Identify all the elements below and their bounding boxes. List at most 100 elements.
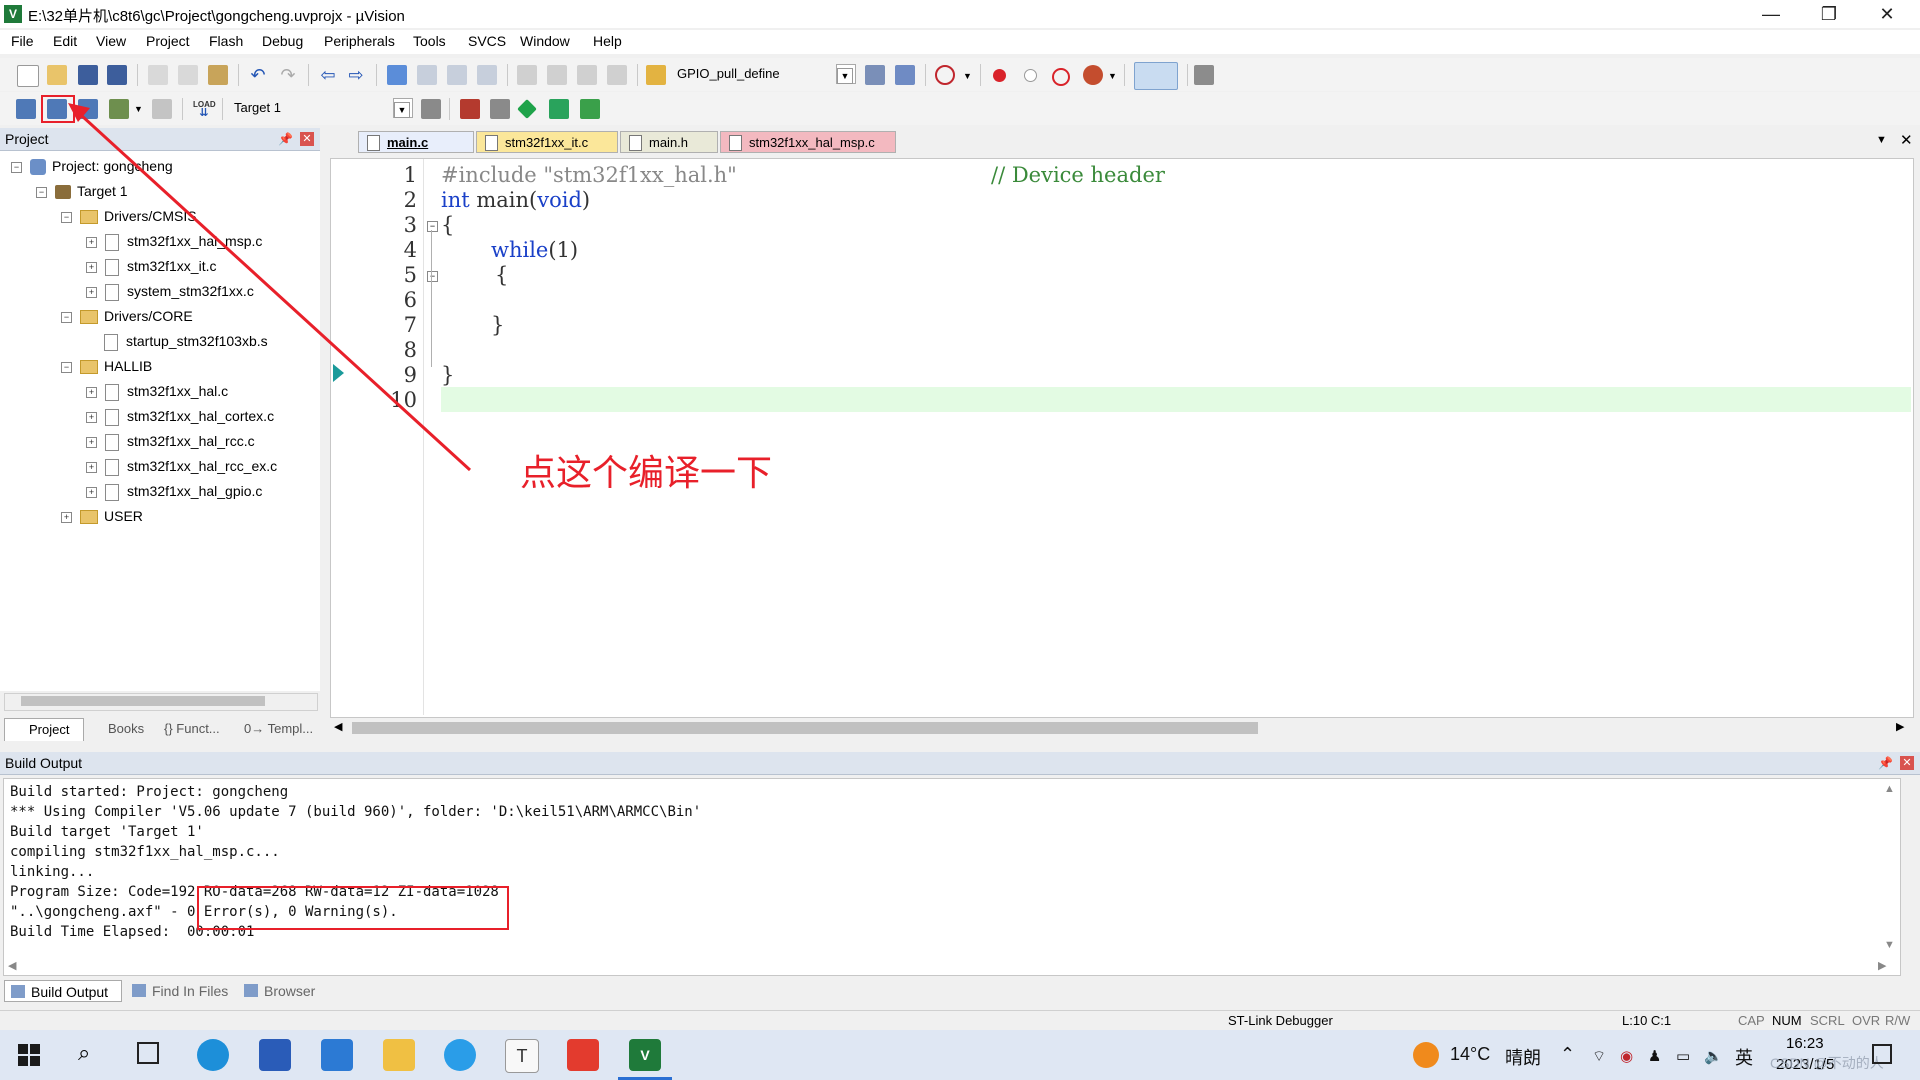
save-all-icon[interactable]: [107, 65, 127, 85]
windows-start-icon[interactable]: [18, 1044, 40, 1066]
fold-toggle-icon[interactable]: −: [427, 271, 438, 282]
uncomment-icon[interactable]: [607, 65, 627, 85]
scroll-up-icon[interactable]: ▲: [1884, 783, 1895, 795]
menu-window[interactable]: Window: [520, 33, 570, 49]
tab-list-dropdown-icon[interactable]: ▼: [1876, 134, 1887, 146]
debug-dropdown-icon[interactable]: ▼: [963, 71, 972, 81]
undo-icon[interactable]: ↶: [248, 65, 268, 85]
menu-flash[interactable]: Flash: [209, 33, 243, 49]
next-bookmark-icon[interactable]: [447, 65, 467, 85]
restore-button[interactable]: ❐: [1800, 0, 1858, 28]
bookmark-icon[interactable]: [387, 65, 407, 85]
expand-icon[interactable]: +: [86, 411, 97, 423]
indent-icon[interactable]: [517, 65, 537, 85]
tree-file[interactable]: + stm32f1xx_hal_cortex.c: [86, 405, 274, 427]
menu-debug[interactable]: Debug: [262, 33, 303, 49]
open-file-icon[interactable]: [47, 65, 67, 85]
search-combo[interactable]: GPIO_pull_define: [671, 63, 857, 85]
weather-sun-icon[interactable]: [1413, 1042, 1439, 1068]
mail-icon[interactable]: [321, 1039, 353, 1071]
tab-stm32f1xx-it-c[interactable]: stm32f1xx_it.c: [476, 131, 618, 153]
volume-icon[interactable]: 🔈: [1704, 1047, 1723, 1065]
project-hscrollbar[interactable]: [4, 693, 318, 711]
code-editor[interactable]: 1 2 3 4 5 6 7 8 9 10 − − #include "stm32…: [330, 158, 1914, 718]
collapse-icon[interactable]: −: [11, 161, 22, 173]
scroll-right-icon[interactable]: ▶: [1896, 720, 1904, 733]
download-icon[interactable]: LOAD ⇊: [193, 100, 216, 119]
edge-legacy-icon[interactable]: [444, 1039, 476, 1071]
menu-edit[interactable]: Edit: [53, 33, 77, 49]
tab-main-h[interactable]: main.h: [620, 131, 718, 153]
tree-file[interactable]: + stm32f1xx_hal_msp.c: [86, 230, 262, 252]
collapse-icon[interactable]: −: [61, 361, 72, 373]
debug-session-icon[interactable]: [935, 65, 955, 85]
user-icon[interactable]: ♟: [1648, 1047, 1661, 1065]
expand-icon[interactable]: +: [86, 261, 97, 273]
batch-build-icon[interactable]: [109, 99, 129, 119]
tree-target[interactable]: − Target 1: [36, 180, 128, 202]
comment-icon[interactable]: [577, 65, 597, 85]
weather-condition[interactable]: 晴朗: [1505, 1044, 1541, 1070]
editor-hscrollbar[interactable]: ◀ ▶: [330, 718, 1912, 738]
expand-icon[interactable]: +: [86, 386, 97, 398]
kill-all-breakpoints-icon[interactable]: [1083, 65, 1103, 85]
clock-time[interactable]: 16:23: [1786, 1035, 1824, 1052]
manage-project-items-icon[interactable]: [460, 99, 480, 119]
expand-icon[interactable]: +: [61, 511, 72, 523]
close-tab-icon[interactable]: ✕: [1900, 131, 1913, 149]
tab-functions[interactable]: {} Funct...: [160, 718, 244, 740]
menu-help[interactable]: Help: [593, 33, 622, 49]
battery-icon[interactable]: ▭: [1676, 1047, 1690, 1065]
typora-icon[interactable]: T: [505, 1039, 539, 1073]
tray-chevron-up-icon[interactable]: ⌃: [1560, 1044, 1575, 1065]
tree-file[interactable]: + system_stm32f1xx.c: [86, 280, 254, 302]
tree-file[interactable]: + stm32f1xx_it.c: [86, 255, 216, 277]
network-icon[interactable]: ⌔: [1592, 1047, 1606, 1066]
tree-group[interactable]: − HALLIB: [61, 355, 152, 377]
event-recorder-icon[interactable]: [580, 99, 600, 119]
pack-installer-icon[interactable]: [549, 99, 569, 119]
tree-group[interactable]: − Drivers/CMSIS: [61, 205, 197, 227]
cut-icon[interactable]: [148, 65, 168, 85]
tab-main-c[interactable]: main.c: [358, 131, 474, 153]
target-options-icon[interactable]: [421, 99, 441, 119]
incremental-find-icon[interactable]: [895, 65, 915, 85]
disable-breakpoint-icon[interactable]: [1024, 69, 1037, 82]
pin-icon[interactable]: 📌: [278, 132, 293, 146]
breakpoint-icon[interactable]: [993, 69, 1006, 82]
paste-icon[interactable]: [208, 65, 228, 85]
pin-icon[interactable]: 📌: [1878, 756, 1893, 770]
scroll-right-icon[interactable]: ▶: [1878, 959, 1886, 972]
translate-icon[interactable]: [16, 99, 36, 119]
close-button[interactable]: ✕: [1858, 0, 1916, 28]
tab-build-output[interactable]: Build Output: [4, 980, 122, 1002]
file-explorer-icon[interactable]: [383, 1039, 415, 1071]
find-in-files-icon[interactable]: [646, 65, 666, 85]
new-file-icon[interactable]: [17, 65, 39, 87]
scroll-left-icon[interactable]: ◀: [334, 720, 342, 733]
build-output-console[interactable]: Build started: Project: gongcheng *** Us…: [3, 778, 1901, 976]
scroll-thumb[interactable]: [21, 696, 265, 706]
stop-build-icon[interactable]: [152, 99, 172, 119]
menu-svcs[interactable]: SVCS: [468, 33, 506, 49]
tree-file[interactable]: + stm32f1xx_hal_rcc.c: [86, 430, 255, 452]
menu-peripherals[interactable]: Peripherals: [324, 33, 395, 49]
expand-icon[interactable]: +: [86, 486, 97, 498]
minimize-button[interactable]: —: [1742, 0, 1800, 28]
ime-indicator[interactable]: 英: [1735, 1044, 1753, 1070]
security-icon[interactable]: ◉: [1620, 1047, 1633, 1065]
uvision-taskbar-icon[interactable]: V: [629, 1039, 661, 1071]
select-packs-icon[interactable]: [490, 99, 510, 119]
expand-icon[interactable]: +: [86, 461, 97, 473]
tree-file[interactable]: + stm32f1xx_hal_gpio.c: [86, 480, 262, 502]
menu-view[interactable]: View: [96, 33, 126, 49]
tree-project-root[interactable]: − Project: gongcheng: [11, 155, 173, 177]
wps-icon[interactable]: [567, 1039, 599, 1071]
tree-file[interactable]: + stm32f1xx_hal_rcc_ex.c: [86, 455, 277, 477]
scroll-left-icon[interactable]: ◀: [8, 959, 16, 972]
save-icon[interactable]: [78, 65, 98, 85]
nav-back-icon[interactable]: ⇦: [318, 65, 338, 85]
rebuild-icon[interactable]: [78, 99, 98, 119]
unindent-icon[interactable]: [547, 65, 567, 85]
expand-icon[interactable]: +: [86, 286, 97, 298]
